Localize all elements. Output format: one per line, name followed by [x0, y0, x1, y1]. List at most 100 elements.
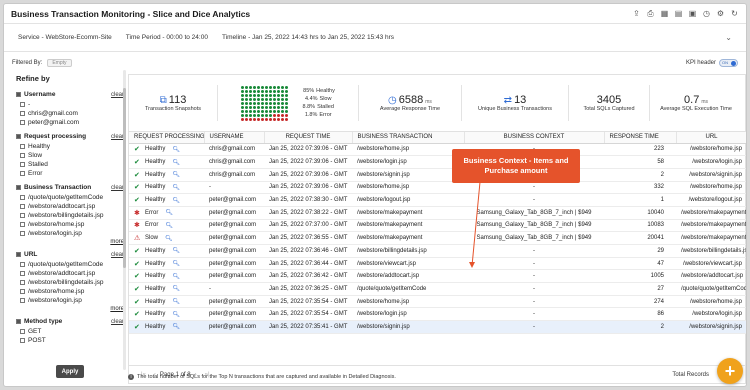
filter-option[interactable]: POST: [20, 336, 124, 345]
table-row[interactable]: ✔ Healthy 🔍︎ peter@gmail.com Jan 25, 2022 07…: [129, 295, 746, 309]
table-row[interactable]: ✱ Error 🔍︎ peter@gmail.com Jan 25, 2022 07:3…: [129, 206, 746, 220]
table-row[interactable]: ✔ Healthy 🔍︎ chris@gmail.com Jan 25, 2022 07…: [129, 168, 746, 182]
filter-option[interactable]: /quote/quote/getItemCode: [20, 260, 124, 269]
more-link[interactable]: more: [16, 239, 124, 245]
option-checkbox[interactable]: [20, 153, 25, 158]
filter-option[interactable]: Error: [20, 169, 124, 178]
option-checkbox[interactable]: [20, 298, 25, 303]
option-checkbox[interactable]: [20, 280, 25, 285]
option-checkbox[interactable]: [20, 195, 25, 200]
table-row[interactable]: ✔ Healthy 🔍︎ peter@gmail.com Jan 25, 2022 07…: [129, 307, 746, 322]
column-header[interactable]: USERNAME: [204, 132, 265, 144]
cell-url[interactable]: /webstore/login.jsp: [676, 155, 746, 169]
table-row[interactable]: ⚠ Slow 🔍︎ peter@gmail.com Jan 25, 2022 07:36…: [129, 231, 746, 245]
cell-url[interactable]: /webstore/makepayment: [676, 206, 746, 220]
cell-url[interactable]: /webstore/login.jsp: [676, 307, 746, 322]
filter-option[interactable]: /webstore/home.jsp: [20, 220, 124, 229]
group-checkbox[interactable]: [16, 134, 21, 139]
time-period-filter[interactable]: Time Period - 00:00 to 24:00: [126, 34, 208, 41]
calendar-icon[interactable]: ▣: [688, 9, 697, 18]
filter-option[interactable]: /webstore/addtocart.jsp: [20, 202, 124, 211]
option-checkbox[interactable]: [20, 262, 25, 267]
cell-url[interactable]: /webstore/home.jsp: [676, 181, 746, 195]
search-icon[interactable]: 🔍︎: [172, 323, 180, 330]
cell-url[interactable]: /quote/quote/getItemCode: [676, 282, 746, 296]
settings-icon[interactable]: ⚙: [716, 9, 725, 18]
search-icon[interactable]: 🔍︎: [172, 247, 180, 254]
clock-icon[interactable]: ◷: [702, 9, 711, 18]
search-icon[interactable]: 🔍︎: [172, 260, 180, 267]
filter-option[interactable]: peter@gmail.com: [20, 118, 124, 127]
search-icon[interactable]: 🔍︎: [172, 159, 180, 166]
group-checkbox[interactable]: [16, 185, 21, 190]
apply-button[interactable]: Apply: [56, 365, 84, 378]
cell-url[interactable]: /webstore/billingdetails.jsp: [676, 244, 746, 258]
option-checkbox[interactable]: [20, 120, 25, 125]
filter-option[interactable]: /quote/quote/getItemCode: [20, 193, 124, 202]
filter-option[interactable]: GET: [20, 327, 124, 336]
group-checkbox[interactable]: [16, 252, 21, 257]
option-checkbox[interactable]: [20, 213, 25, 218]
option-checkbox[interactable]: [20, 329, 25, 334]
column-header[interactable]: RESPONSE TIME: [604, 132, 677, 144]
service-filter[interactable]: Service - WebStore-Ecomm-Site: [18, 34, 112, 41]
search-icon[interactable]: 🔍︎: [172, 184, 180, 191]
filter-option[interactable]: -: [20, 100, 124, 109]
table-row[interactable]: ✔ Healthy 🔍︎ peter@gmail.com Jan 25, 2022 07…: [129, 320, 746, 334]
table-row[interactable]: ✱ Error 🔍︎ peter@gmail.com Jan 25, 2022 07:3…: [129, 219, 746, 233]
filter-option[interactable]: Stalled: [20, 160, 124, 169]
search-icon[interactable]: 🔍︎: [172, 285, 180, 292]
filter-option[interactable]: Healthy: [20, 142, 124, 151]
search-icon[interactable]: 🔍︎: [172, 311, 180, 318]
option-checkbox[interactable]: [20, 271, 25, 276]
kpi-header-switch[interactable]: ON: [719, 59, 738, 67]
option-checkbox[interactable]: [20, 111, 25, 116]
search-icon[interactable]: 🔍︎: [165, 235, 173, 242]
table-row[interactable]: ✔ Healthy 🔍︎ chris@gmail.com Jan 25, 2022 07…: [129, 155, 746, 169]
cell-url[interactable]: /webstore/signin.jsp: [676, 168, 746, 182]
add-button[interactable]: +: [717, 358, 743, 384]
print-icon[interactable]: ⎙: [646, 9, 655, 18]
pdf-icon[interactable]: ▤: [674, 9, 683, 18]
option-checkbox[interactable]: [20, 222, 25, 227]
cell-url[interactable]: /webstore/viewcart.jsp: [676, 257, 746, 271]
option-checkbox[interactable]: [20, 289, 25, 294]
group-checkbox[interactable]: [16, 92, 21, 97]
column-header[interactable]: URL: [676, 132, 746, 144]
cell-url[interactable]: /webstore/makepayment: [676, 231, 746, 245]
table-row[interactable]: ✔ Healthy 🔍︎ - Jan 25, 2022 07:39:06 - GMT/w…: [129, 181, 746, 195]
table-row[interactable]: ✔ Healthy 🔍︎ chris@gmail.com Jan 25, 2022 07…: [129, 143, 746, 157]
filter-option[interactable]: /webstore/login.jsp: [20, 229, 124, 238]
more-link[interactable]: more: [16, 306, 124, 312]
csv-icon[interactable]: ▦: [660, 9, 669, 18]
search-icon[interactable]: 🔍︎: [172, 146, 180, 153]
filter-option[interactable]: /webstore/addtocart.jsp: [20, 269, 124, 278]
cell-url[interactable]: /webstore/home.jsp: [676, 295, 746, 309]
column-header[interactable]: BUSINESS CONTEXT: [464, 132, 605, 144]
timeline-filter[interactable]: Timeline - Jan 25, 2022 14:43 hrs to Jan…: [222, 34, 394, 41]
search-icon[interactable]: 🔍︎: [172, 298, 180, 305]
export-icon[interactable]: ⇪: [632, 9, 641, 18]
option-checkbox[interactable]: [20, 102, 25, 107]
refresh-icon[interactable]: ↻: [730, 9, 739, 18]
cell-url[interactable]: /webstore/addtocart.jsp: [676, 269, 746, 284]
table-row[interactable]: ✔ Healthy 🔍︎ peter@gmail.com Jan 25, 2022 07…: [129, 193, 746, 207]
search-icon[interactable]: 🔍︎: [165, 222, 173, 229]
column-header[interactable]: REQUEST PROCESSING: [129, 132, 205, 144]
table-row[interactable]: ✔ Healthy 🔍︎ peter@gmail.com Jan 25, 2022 07…: [129, 244, 746, 258]
option-checkbox[interactable]: [20, 144, 25, 149]
option-checkbox[interactable]: [20, 162, 25, 167]
option-checkbox[interactable]: [20, 204, 25, 209]
sidebar-scrollbar[interactable]: [123, 70, 126, 370]
cell-url[interactable]: /webstore/makepayment: [676, 219, 746, 233]
search-icon[interactable]: 🔍︎: [172, 171, 180, 178]
group-checkbox[interactable]: [16, 319, 21, 324]
cell-url[interactable]: /webstore/signin.jsp: [676, 320, 746, 334]
option-checkbox[interactable]: [20, 338, 25, 343]
table-row[interactable]: ✔ Healthy 🔍︎ peter@gmail.com Jan 25, 2022 07…: [129, 257, 746, 271]
filter-option[interactable]: /webstore/billingdetails.jsp: [20, 211, 124, 220]
table-row[interactable]: ✔ Healthy 🔍︎ - Jan 25, 2022 07:36:25 - GMT/q…: [129, 282, 746, 296]
table-row[interactable]: ✔ Healthy 🔍︎ peter@gmail.com Jan 25, 2022 07…: [129, 269, 746, 284]
option-checkbox[interactable]: [20, 171, 25, 176]
search-icon[interactable]: 🔍︎: [172, 273, 180, 280]
